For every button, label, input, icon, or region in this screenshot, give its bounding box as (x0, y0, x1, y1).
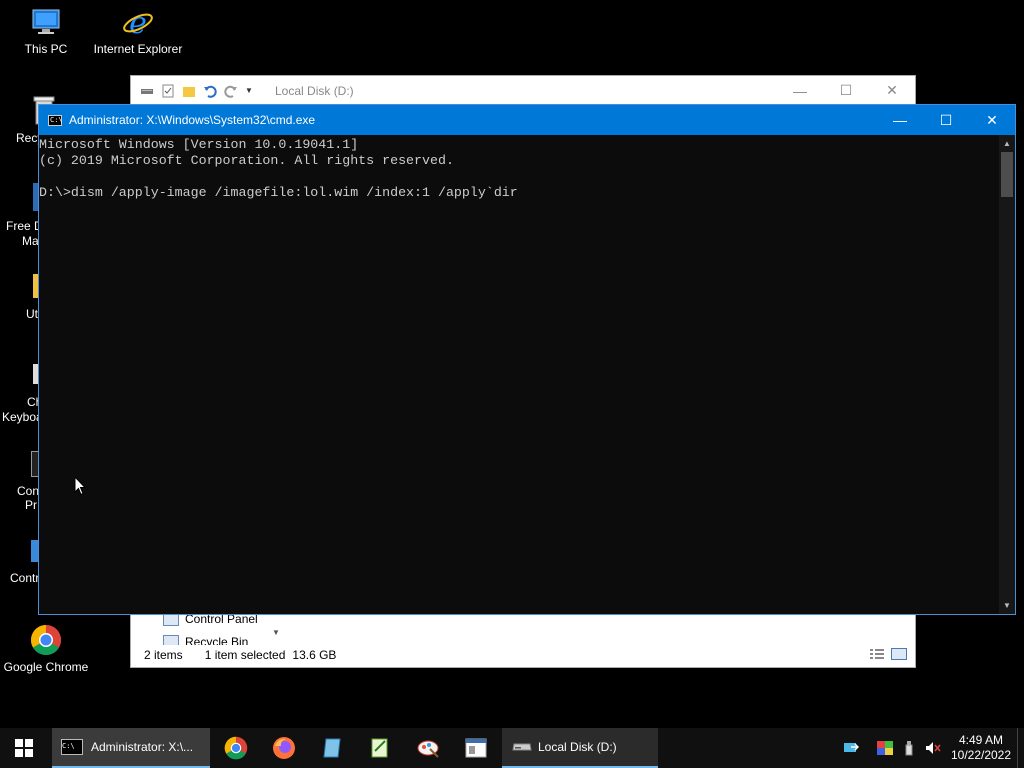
desktop-icon-google-chrome[interactable]: Google Chrome (0, 624, 92, 675)
taskbar-item-label: Local Disk (D:) (538, 740, 617, 754)
cmd-titlebar[interactable]: C:\ Administrator: X:\Windows\System32\c… (39, 105, 1015, 135)
this-pc-icon (30, 6, 62, 38)
svg-text:e: e (129, 6, 147, 38)
firefox-icon (273, 737, 295, 759)
cmd-title: Administrator: X:\Windows\System32\cmd.e… (69, 113, 316, 127)
clock-date: 10/22/2022 (950, 748, 1012, 762)
taskbar-item-local-disk[interactable]: Local Disk (D:) (502, 728, 658, 768)
network-icon[interactable] (839, 728, 863, 768)
paint-icon (417, 740, 439, 758)
undo-icon[interactable] (203, 84, 217, 98)
desktop-icon-internet-explorer[interactable]: e Internet Explorer (92, 6, 184, 57)
console-line: Microsoft Windows [Version 10.0.19041.1] (39, 137, 359, 152)
large-icons-view-icon[interactable] (891, 647, 907, 663)
desktop-icon-label-partial: Ma (22, 234, 39, 248)
taskbar-item-label: Administrator: X:\... (91, 740, 194, 754)
desktop-icon-label-partial: Con (17, 484, 40, 498)
explorer-title: Local Disk (D:) (275, 83, 354, 98)
display-color-icon[interactable] (873, 728, 897, 768)
taskbar-pinned-window[interactable] (452, 728, 500, 768)
windows-logo-icon (15, 739, 33, 757)
system-tray: 4:49 AM 10/22/2022 (839, 728, 1024, 768)
mouse-cursor (74, 475, 87, 499)
minimize-button[interactable]: — (877, 105, 923, 135)
scroll-down-arrow[interactable]: ▼ (999, 597, 1015, 614)
drive-icon[interactable] (140, 84, 154, 98)
chrome-icon (224, 736, 248, 760)
vertical-scrollbar[interactable]: ▲ ▼ (999, 135, 1015, 614)
clock-time: 4:49 AM (958, 733, 1004, 747)
close-button[interactable]: ✕ (969, 105, 1015, 135)
cmd-icon: C:\ (61, 739, 83, 755)
volume-muted-icon[interactable] (921, 728, 945, 768)
desktop-icon-label-partial: Keyboa (2, 410, 43, 424)
desktop-icon-label: Google Chrome (3, 660, 89, 674)
desktop-icon-label-partial: Pr (25, 498, 37, 512)
details-view-icon[interactable] (869, 648, 885, 663)
taskbar-item-cmd[interactable]: C:\ Administrator: X:\... (52, 728, 210, 768)
desktop-icon-label-partial: Contr (10, 571, 40, 585)
taskbar-pinned-editor[interactable] (356, 728, 404, 768)
console-command-line: D:\>dism /apply-image /imagefile:lol.wim… (39, 185, 518, 200)
taskbar-pinned-notepad[interactable] (308, 728, 356, 768)
new-folder-icon[interactable] (182, 84, 196, 98)
maximize-button[interactable]: ☐ (923, 105, 969, 135)
taskbar-clock[interactable]: 4:49 AM 10/22/2022 (945, 733, 1017, 763)
desktop-icon-label: Internet Explorer (93, 42, 183, 56)
explorer-statusbar: 2 items 1 item selected 13.6 GB (131, 643, 915, 667)
nav-scroll-down-icon[interactable]: ▼ (272, 628, 280, 637)
usb-drive-icon[interactable] (897, 728, 921, 768)
console-line: (c) 2019 Microsoft Corporation. All righ… (39, 153, 454, 168)
minimize-button[interactable]: — (777, 76, 823, 105)
drive-icon (512, 741, 532, 753)
redo-icon[interactable] (224, 84, 238, 98)
chrome-icon (30, 624, 62, 656)
command-prompt-window[interactable]: C:\ Administrator: X:\Windows\System32\c… (38, 104, 1016, 615)
taskbar: C:\ Administrator: X:\... Local Disk (D:… (0, 728, 1024, 768)
quick-access-toolbar: ▼ (131, 84, 259, 98)
chevron-down-icon[interactable]: ▼ (245, 84, 259, 98)
status-item-count: 2 items (144, 648, 183, 662)
status-size: 13.6 GB (292, 648, 337, 662)
internet-explorer-icon: e (122, 6, 154, 41)
close-button[interactable]: ✕ (869, 76, 915, 105)
desktop-icon-this-pc[interactable]: This PC (0, 6, 92, 57)
console-output[interactable]: Microsoft Windows [Version 10.0.19041.1]… (39, 135, 999, 614)
properties-icon[interactable] (161, 84, 175, 98)
console-line: ​ (39, 169, 999, 185)
taskbar-pinned-firefox[interactable] (260, 728, 308, 768)
cmd-icon: C:\ (48, 114, 63, 126)
scroll-up-arrow[interactable]: ▲ (999, 135, 1015, 152)
explorer-titlebar[interactable]: ▼ Local Disk (D:) — ☐ ✕ (131, 76, 915, 106)
notepad-icon (323, 738, 341, 758)
start-button[interactable] (0, 728, 48, 768)
desktop-icon-label-partial: Ut (26, 307, 38, 321)
taskbar-pinned-paint[interactable] (404, 728, 452, 768)
taskbar-pinned-chrome[interactable] (212, 728, 260, 768)
window-icon (465, 738, 487, 758)
show-desktop-button[interactable] (1017, 728, 1024, 768)
notepad-plus-icon (371, 738, 388, 758)
scroll-thumb[interactable] (1001, 152, 1013, 197)
maximize-button[interactable]: ☐ (823, 76, 869, 105)
status-selected: 1 item selected (204, 648, 286, 662)
desktop-icon-label: This PC (24, 42, 68, 56)
